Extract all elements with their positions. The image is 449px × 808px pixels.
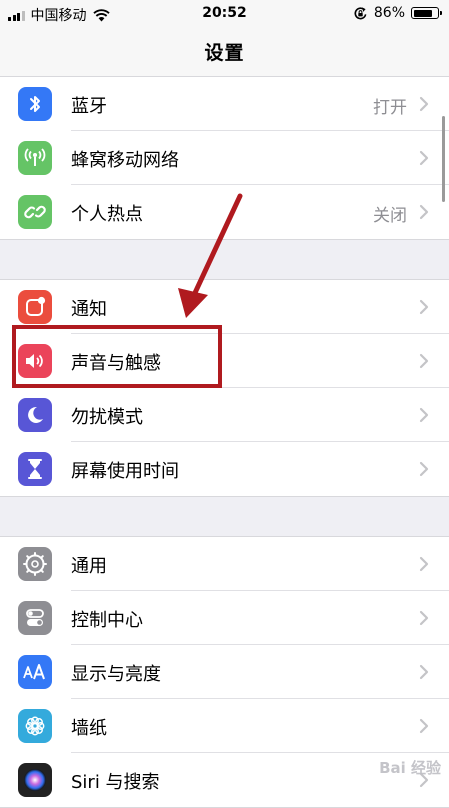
siri-icon	[18, 763, 52, 797]
settings-row-do-not-disturb[interactable]: 勿扰模式	[0, 388, 449, 442]
settings-row-bluetooth[interactable]: 蓝牙 打开	[0, 77, 449, 131]
settings-row-screen-time[interactable]: 屏幕使用时间	[0, 442, 449, 496]
battery-icon	[411, 7, 442, 19]
settings-row-control-center[interactable]: 控制中心	[0, 591, 449, 645]
settings-group-notifications: 通知 声音与触感 勿扰模式 屏幕使用时间	[0, 279, 449, 497]
settings-row-hotspot[interactable]: 个人热点 关闭	[0, 185, 449, 239]
chevron-right-icon	[419, 299, 429, 315]
row-value: 关闭	[373, 206, 407, 226]
battery-fill	[413, 9, 433, 17]
row-label: 屏幕使用时间	[71, 461, 179, 482]
bluetooth-icon	[18, 87, 52, 121]
hourglass-icon	[18, 452, 52, 486]
row-value: 打开	[373, 98, 407, 118]
scroll-indicator[interactable]	[442, 116, 445, 202]
status-right: 86%	[353, 5, 442, 21]
row-label: 蓝牙	[71, 96, 107, 117]
chevron-right-icon	[419, 353, 429, 369]
notification-icon	[18, 290, 52, 324]
text-size-icon	[18, 655, 52, 689]
row-label: 显示与亮度	[71, 664, 161, 685]
settings-row-cellular[interactable]: 蜂窝移动网络	[0, 131, 449, 185]
rotation-lock-icon	[354, 6, 367, 19]
page-title: 设置	[204, 42, 245, 64]
settings-row-general[interactable]: 通用	[0, 537, 449, 591]
row-label: 通用	[71, 556, 107, 577]
antenna-icon	[18, 141, 52, 175]
chevron-right-icon	[419, 664, 429, 680]
flower-icon	[18, 709, 52, 743]
toggles-icon	[18, 601, 52, 635]
chevron-right-icon	[419, 718, 429, 734]
chevron-right-icon	[419, 96, 429, 112]
row-label: 控制中心	[71, 610, 143, 631]
chevron-right-icon	[419, 150, 429, 166]
status-bar: 中国移动 20:52 86%	[0, 0, 449, 28]
row-label: 蜂窝移动网络	[71, 150, 179, 171]
chevron-right-icon	[419, 461, 429, 477]
settings-row-wallpaper[interactable]: 墙纸	[0, 699, 449, 753]
battery-percent: 86%	[373, 5, 405, 21]
chevron-right-icon	[419, 556, 429, 572]
settings-group-connectivity: 蓝牙 打开 蜂窝移动网络 个人热点 关闭	[0, 76, 449, 240]
hotspot-link-icon	[18, 195, 52, 229]
row-label: 个人热点	[71, 204, 143, 225]
watermark: Bai 经验	[379, 759, 441, 777]
row-label: 通知	[71, 299, 107, 320]
row-label: 勿扰模式	[71, 407, 143, 428]
chevron-right-icon	[419, 204, 429, 220]
moon-icon	[18, 398, 52, 432]
row-label: Siri 与搜索	[71, 772, 160, 793]
highlight-box	[12, 325, 222, 388]
chevron-right-icon	[419, 407, 429, 423]
gear-icon	[18, 547, 52, 581]
settings-row-display-brightness[interactable]: 显示与亮度	[0, 645, 449, 699]
chevron-right-icon	[419, 610, 429, 626]
navigation-bar: 设置	[0, 28, 449, 77]
row-label: 墙纸	[71, 718, 107, 739]
